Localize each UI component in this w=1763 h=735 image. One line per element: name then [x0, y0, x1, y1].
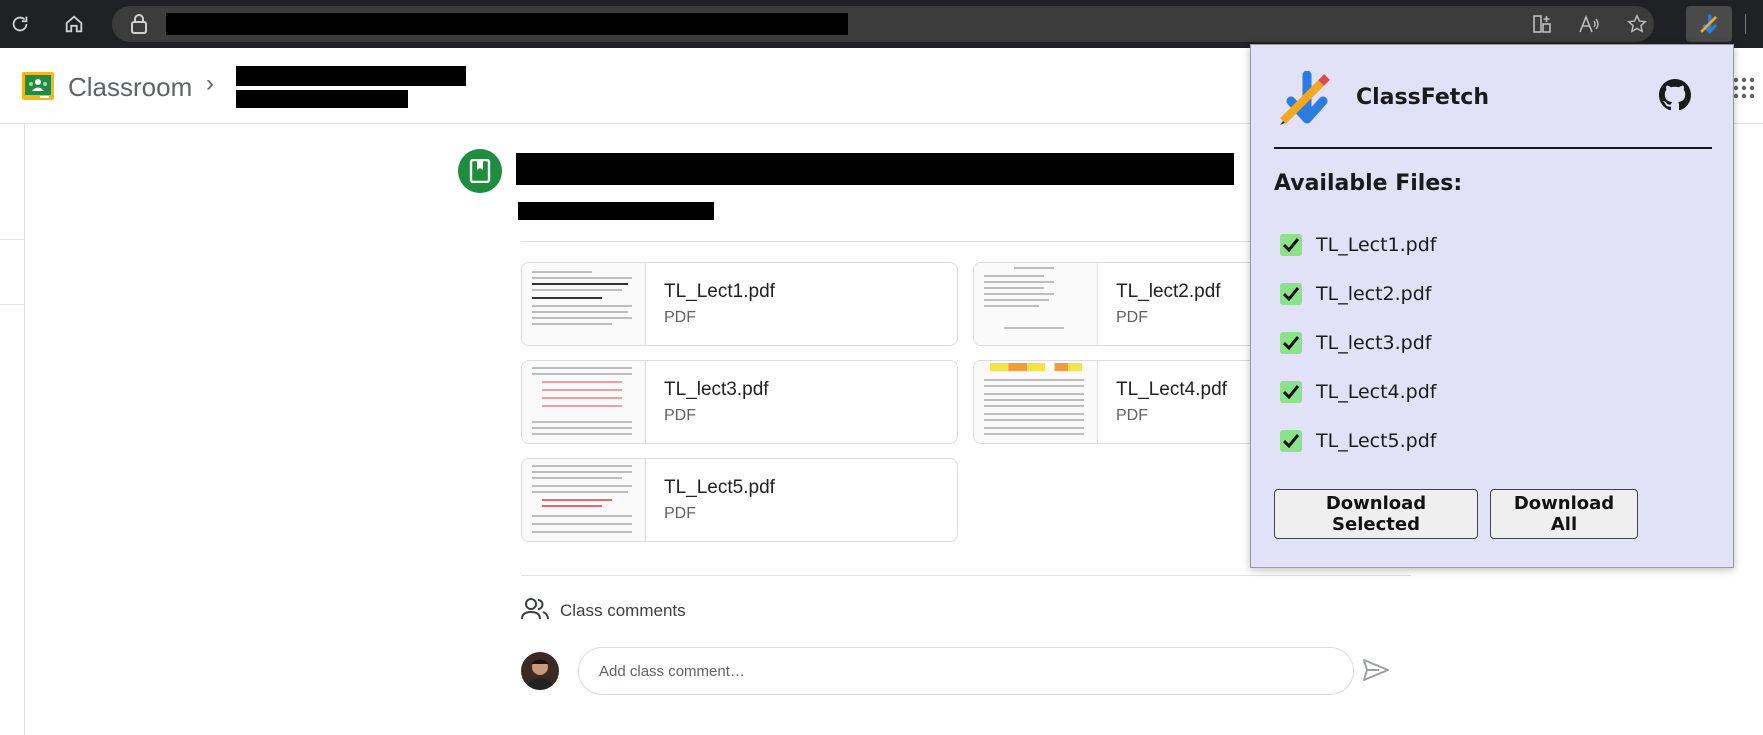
file-checkbox[interactable]: [1280, 381, 1302, 403]
checkmark-icon: [1283, 336, 1299, 350]
redacted-material-title: [516, 153, 1234, 185]
checkmark-icon: [1283, 434, 1299, 448]
class-comments-label: Class comments: [560, 601, 686, 620]
rail-divider: [0, 239, 25, 240]
classfetch-popup: ClassFetch Available Files: TL_Lect1.pdf…: [1250, 44, 1734, 568]
attachment-card[interactable]: TL_Lect5.pdf PDF: [521, 458, 958, 542]
checkmark-icon: [1283, 385, 1299, 399]
attachment-file-type: PDF: [1116, 407, 1148, 424]
rail-divider: [0, 304, 25, 305]
checkmark-icon: [1283, 238, 1299, 252]
file-option-label: TL_Lect4.pdf: [1316, 381, 1437, 403]
left-navigation-rail: [0, 124, 25, 735]
attachment-file-name: TL_Lect4.pdf: [1116, 379, 1227, 400]
file-option-row[interactable]: TL_lect2.pdf: [1280, 283, 1432, 305]
attachment-file-name: TL_lect3.pdf: [664, 379, 769, 400]
class-comment-input[interactable]: [578, 647, 1354, 695]
attachment-file-type: PDF: [664, 505, 696, 522]
attachment-file-type: PDF: [664, 309, 696, 326]
redacted-material-date: [518, 202, 714, 220]
file-option-label: TL_lect2.pdf: [1316, 283, 1432, 305]
file-checkbox[interactable]: [1280, 234, 1302, 256]
file-option-row[interactable]: TL_Lect4.pdf: [1280, 381, 1436, 403]
popup-title: ClassFetch: [1356, 85, 1489, 110]
breadcrumb-chevron-icon: ›: [206, 70, 214, 97]
home-icon[interactable]: [60, 10, 88, 38]
divider: [521, 575, 1411, 576]
pdf-thumbnail: [974, 361, 1098, 443]
attachment-file-type: PDF: [1116, 309, 1148, 326]
avatar: [521, 652, 559, 690]
file-checkbox[interactable]: [1280, 430, 1302, 452]
classroom-logo-icon[interactable]: [22, 72, 54, 100]
classfetch-logo-icon: [1700, 14, 1718, 35]
attachment-file-name: TL_Lect1.pdf: [664, 281, 775, 302]
file-option-row[interactable]: TL_Lect5.pdf: [1280, 430, 1436, 452]
toolbar-divider: [1745, 14, 1746, 34]
attachment-file-name: TL_lect2.pdf: [1116, 281, 1221, 302]
file-option-label: TL_Lect5.pdf: [1316, 430, 1437, 452]
file-option-label: TL_Lect1.pdf: [1316, 234, 1437, 256]
read-aloud-icon[interactable]: [1578, 14, 1600, 39]
classfetch-logo-icon: [1280, 71, 1330, 125]
attachment-card[interactable]: TL_lect3.pdf PDF: [521, 360, 958, 444]
reload-icon[interactable]: [6, 10, 34, 38]
lock-icon[interactable]: [130, 14, 148, 39]
people-icon: [521, 598, 549, 620]
checkmark-icon: [1283, 287, 1299, 301]
redacted-url: [166, 13, 848, 35]
file-option-row[interactable]: TL_Lect1.pdf: [1280, 234, 1436, 256]
pdf-thumbnail: [522, 263, 646, 345]
address-bar[interactable]: [112, 6, 1654, 42]
classfetch-extension-button[interactable]: [1686, 6, 1732, 42]
attachment-file-type: PDF: [664, 407, 696, 424]
file-option-row[interactable]: TL_lect3.pdf: [1280, 332, 1432, 354]
apps-grid-icon[interactable]: [1732, 76, 1756, 100]
send-icon[interactable]: [1362, 658, 1390, 682]
github-icon[interactable]: [1659, 79, 1691, 111]
file-checkbox[interactable]: [1280, 332, 1302, 354]
classroom-app-title[interactable]: Classroom: [68, 72, 192, 103]
popup-divider: [1274, 147, 1712, 149]
pdf-thumbnail: [974, 263, 1098, 345]
available-files-heading: Available Files:: [1274, 171, 1463, 196]
file-checkbox[interactable]: [1280, 283, 1302, 305]
pdf-thumbnail: [522, 459, 646, 541]
pdf-thumbnail: [522, 361, 646, 443]
download-selected-button[interactable]: Download Selected: [1274, 489, 1478, 539]
download-all-button[interactable]: Download All: [1490, 489, 1638, 539]
material-book-icon: [458, 149, 502, 193]
split-screen-icon[interactable]: [1532, 14, 1552, 39]
browser-toolbar: [0, 0, 1763, 48]
redacted-class-name[interactable]: [236, 66, 466, 86]
favorite-star-icon[interactable]: [1626, 13, 1648, 40]
attachment-file-name: TL_Lect5.pdf: [664, 477, 775, 498]
redacted-class-section: [236, 90, 408, 108]
file-option-label: TL_lect3.pdf: [1316, 332, 1432, 354]
attachment-card[interactable]: TL_Lect1.pdf PDF: [521, 262, 958, 346]
